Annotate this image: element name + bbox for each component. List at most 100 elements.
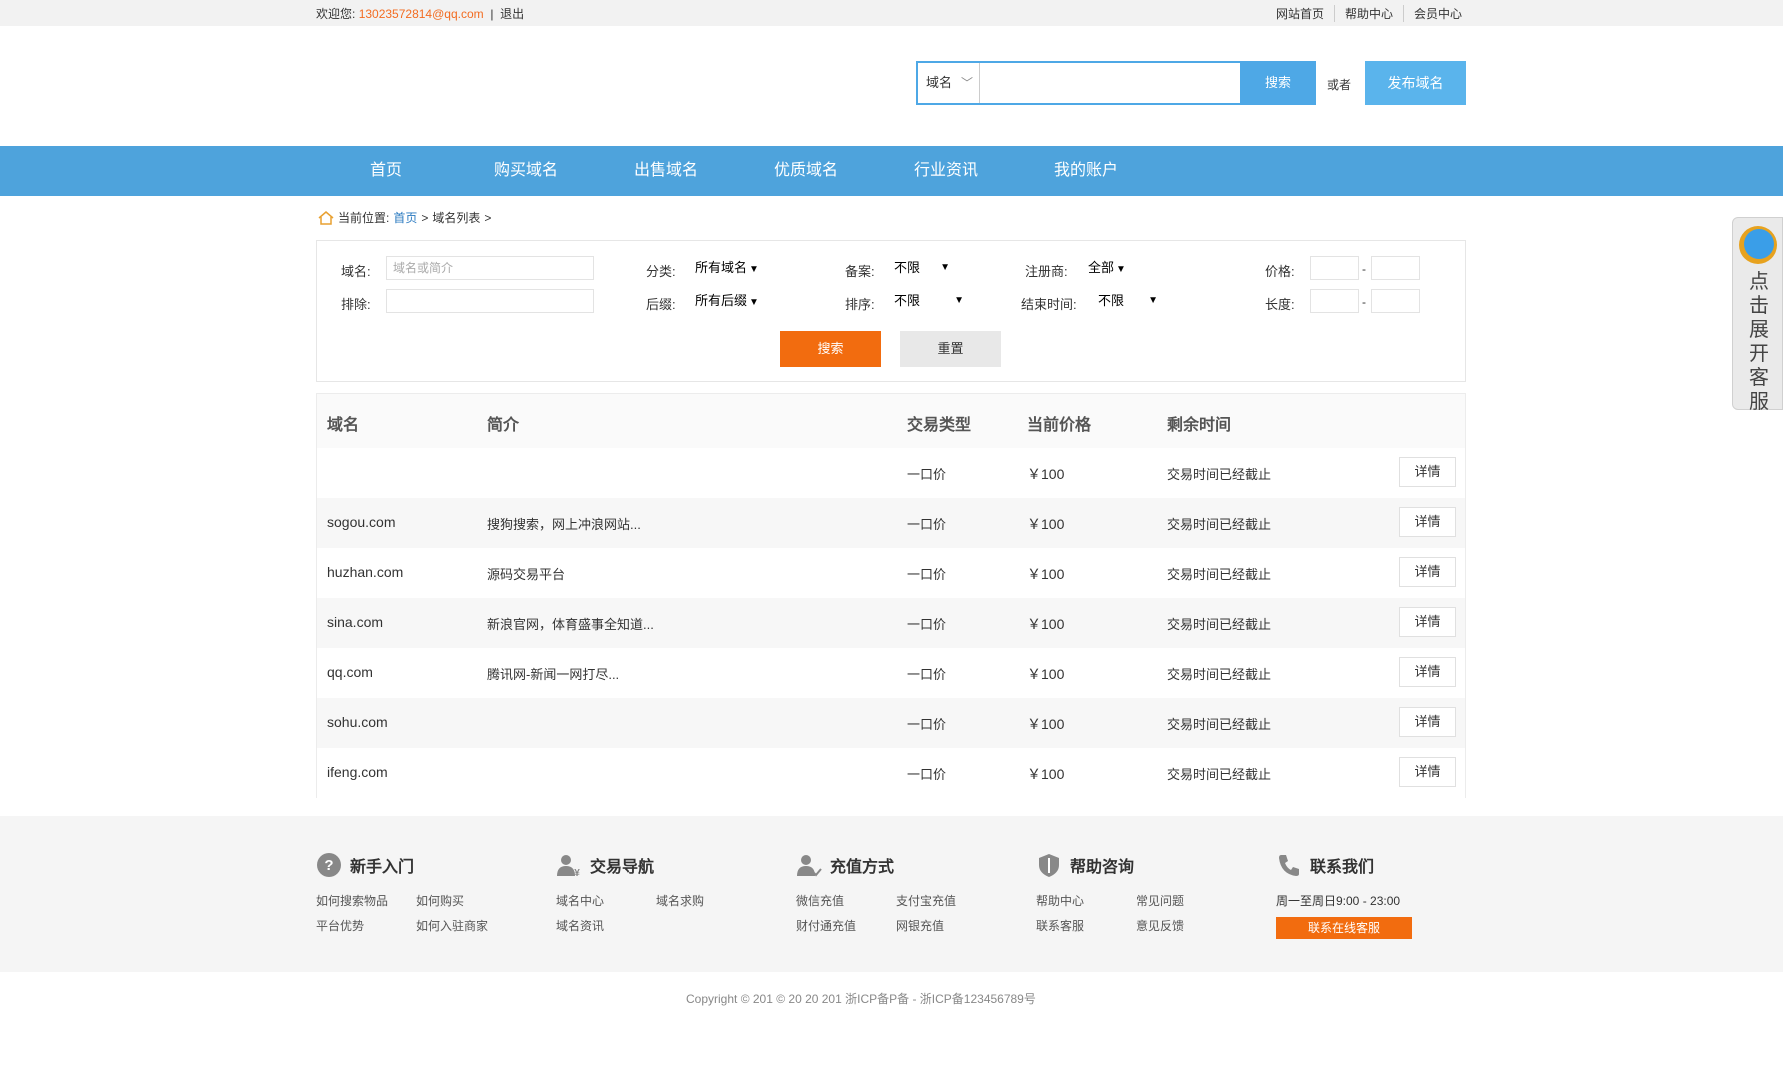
nav-item-account[interactable]: 我的账户 xyxy=(1054,146,1118,196)
help-center-link[interactable]: 帮助中心 xyxy=(1334,5,1403,22)
row-time: 交易时间已经截止 xyxy=(1167,567,1272,582)
table-row: huzhan.com 源码交易平台 一口价 ￥100 交易时间已经截止 详情 xyxy=(317,548,1465,598)
record-value: 不限 xyxy=(894,260,921,275)
price-min-field[interactable] xyxy=(1310,256,1359,280)
user-email[interactable]: 13023572814@qq.com xyxy=(359,7,484,21)
row-type: 一口价 xyxy=(907,667,947,682)
length-min-field[interactable] xyxy=(1310,289,1359,313)
breadcrumb-home[interactable]: 首页 xyxy=(393,209,417,226)
row-domain[interactable]: sina.com xyxy=(327,614,383,630)
length-max-field[interactable] xyxy=(1371,289,1420,313)
chevron-down-icon: ▼ xyxy=(1116,264,1126,275)
detail-button[interactable]: 详情 xyxy=(1399,507,1456,537)
footer-col-recharge: 充值方式 微信充值 支付宝充值 财付通充值 网银充值 xyxy=(796,850,996,934)
col-desc-header: 简介 xyxy=(487,417,520,434)
home-icon xyxy=(318,210,334,225)
footer-link[interactable]: 意见反馈 xyxy=(1136,917,1236,934)
footer-link[interactable]: 域名中心 xyxy=(556,892,656,909)
search-button[interactable]: 搜索 xyxy=(1240,61,1316,105)
detail-button[interactable]: 详情 xyxy=(1399,557,1456,587)
detail-button[interactable]: 详情 xyxy=(1399,657,1456,687)
footer-link[interactable]: 联系客服 xyxy=(1036,917,1136,934)
row-domain[interactable]: ifeng.com xyxy=(327,764,388,780)
footer-link[interactable]: 微信充值 xyxy=(796,892,896,909)
search-input[interactable] xyxy=(980,63,1240,103)
footer-link[interactable]: 支付宝充值 xyxy=(896,892,996,909)
detail-button[interactable]: 详情 xyxy=(1399,457,1456,487)
row-desc: 新浪官网，体育盛事全知道... xyxy=(487,617,654,632)
row-domain[interactable]: sohu.com xyxy=(327,714,388,730)
footer-link[interactable]: 帮助中心 xyxy=(1036,892,1136,909)
online-service-button[interactable]: 联系在线客服 xyxy=(1276,917,1412,939)
record-label: 备案: xyxy=(845,264,875,279)
domain-table: 域名 简介 交易类型 当前价格 剩余时间 一口价 ￥100 交易时间已经截止 详情 so… xyxy=(316,393,1466,798)
footer-link[interactable]: 网银充值 xyxy=(896,917,996,934)
registrar-select[interactable]: 全部 ▼ xyxy=(1088,256,1126,280)
nav-item-home[interactable]: 首页 xyxy=(370,146,402,196)
side-service-widget[interactable]: 点击展开客服 xyxy=(1732,217,1783,413)
nav-item-news[interactable]: 行业资讯 xyxy=(914,146,978,196)
row-price: ￥100 xyxy=(1027,616,1065,632)
footer-link[interactable]: 如何购买 xyxy=(416,892,516,909)
footer-title: 帮助咨询 xyxy=(1036,850,1236,880)
nav-item-premium[interactable]: 优质域名 xyxy=(774,146,838,196)
row-domain[interactable]: sogou.com xyxy=(327,514,395,530)
detail-button[interactable]: 详情 xyxy=(1399,607,1456,637)
row-domain[interactable]: qq.com xyxy=(327,664,373,680)
footer-col-contact: 联系我们 周一至周日9:00 - 23:00 联系在线客服 xyxy=(1276,850,1412,939)
footer-link[interactable]: 财付通充值 xyxy=(796,917,896,934)
detail-button[interactable]: 详情 xyxy=(1399,707,1456,737)
category-label: 分类: xyxy=(646,264,676,279)
footer-col-title: 帮助咨询 xyxy=(1070,859,1135,876)
footer-link[interactable]: 域名资讯 xyxy=(556,917,656,934)
footer-links: 微信充值 支付宝充值 财付通充值 网银充值 xyxy=(796,892,996,934)
row-time: 交易时间已经截止 xyxy=(1167,467,1272,482)
publish-domain-button[interactable]: 发布域名 xyxy=(1365,61,1466,105)
chevron-down-icon: ▼ xyxy=(940,262,950,273)
end-time-select[interactable]: 不限 ▼ xyxy=(1098,289,1158,313)
chevron-down-icon: ▼ xyxy=(954,295,964,306)
footer-title: 联系我们 xyxy=(1276,850,1412,880)
price-max-field[interactable] xyxy=(1371,256,1420,280)
row-time: 交易时间已经截止 xyxy=(1167,667,1272,682)
category-select[interactable]: 所有域名 ▼ xyxy=(695,256,759,280)
search-type-select[interactable]: 域名 ﹀ xyxy=(918,63,980,103)
copyright: Copyright © 201 © 20 20 201 浙ICP备P备 - 浙I… xyxy=(686,992,1036,1006)
or-text: 或者 xyxy=(1327,78,1352,92)
filter-reset-button[interactable]: 重置 xyxy=(900,331,1001,367)
filter-search-button[interactable]: 搜索 xyxy=(780,331,881,367)
domain-label: 域名: xyxy=(341,264,371,279)
table-row: 一口价 ￥100 交易时间已经截止 详情 xyxy=(317,448,1465,498)
col-time-header: 剩余时间 xyxy=(1167,417,1232,434)
member-center-link[interactable]: 会员中心 xyxy=(1403,5,1472,22)
footer: ? 新手入门 如何搜索物品 如何购买 平台优势 如何入驻商家 ¥ 交易导航 域名… xyxy=(0,816,1783,972)
welcome-label: 欢迎您: xyxy=(316,7,356,21)
suffix-select[interactable]: 所有后缀 ▼ xyxy=(695,289,759,313)
row-domain[interactable]: huzhan.com xyxy=(327,564,403,580)
record-select[interactable]: 不限 ▼ xyxy=(894,256,950,280)
row-type: 一口价 xyxy=(907,517,947,532)
footer-links: 如何搜索物品 如何购买 平台优势 如何入驻商家 xyxy=(316,892,516,934)
registrar-value: 全部 xyxy=(1088,260,1115,275)
row-type: 一口价 xyxy=(907,567,947,582)
row-type: 一口价 xyxy=(907,617,947,632)
nav-item-buy[interactable]: 购买域名 xyxy=(494,146,558,196)
header-search: 域名 ﹀ xyxy=(916,61,1242,105)
chat-bubble-inner xyxy=(1744,229,1774,259)
detail-button[interactable]: 详情 xyxy=(1399,757,1456,787)
chevron-down-icon: ﹀ xyxy=(960,76,973,90)
sort-select[interactable]: 不限 ▼ xyxy=(894,289,964,313)
chat-bubble-icon xyxy=(1739,226,1777,264)
footer-link[interactable]: 域名求购 xyxy=(656,892,756,909)
domain-field[interactable]: 域名或简介 xyxy=(386,256,594,280)
logout-link[interactable]: 退出 xyxy=(500,7,524,21)
footer-link[interactable]: 平台优势 xyxy=(316,917,416,934)
row-price: ￥100 xyxy=(1027,516,1065,532)
footer-link[interactable]: 如何入驻商家 xyxy=(416,917,516,934)
nav-item-sell[interactable]: 出售域名 xyxy=(634,146,698,196)
site-home-link[interactable]: 网站首页 xyxy=(1266,5,1334,22)
row-desc: 搜狗搜索，网上冲浪网站... xyxy=(487,517,641,532)
exclude-field[interactable] xyxy=(386,289,594,313)
footer-link[interactable]: 常见问题 xyxy=(1136,892,1236,909)
footer-link[interactable]: 如何搜索物品 xyxy=(316,892,416,909)
